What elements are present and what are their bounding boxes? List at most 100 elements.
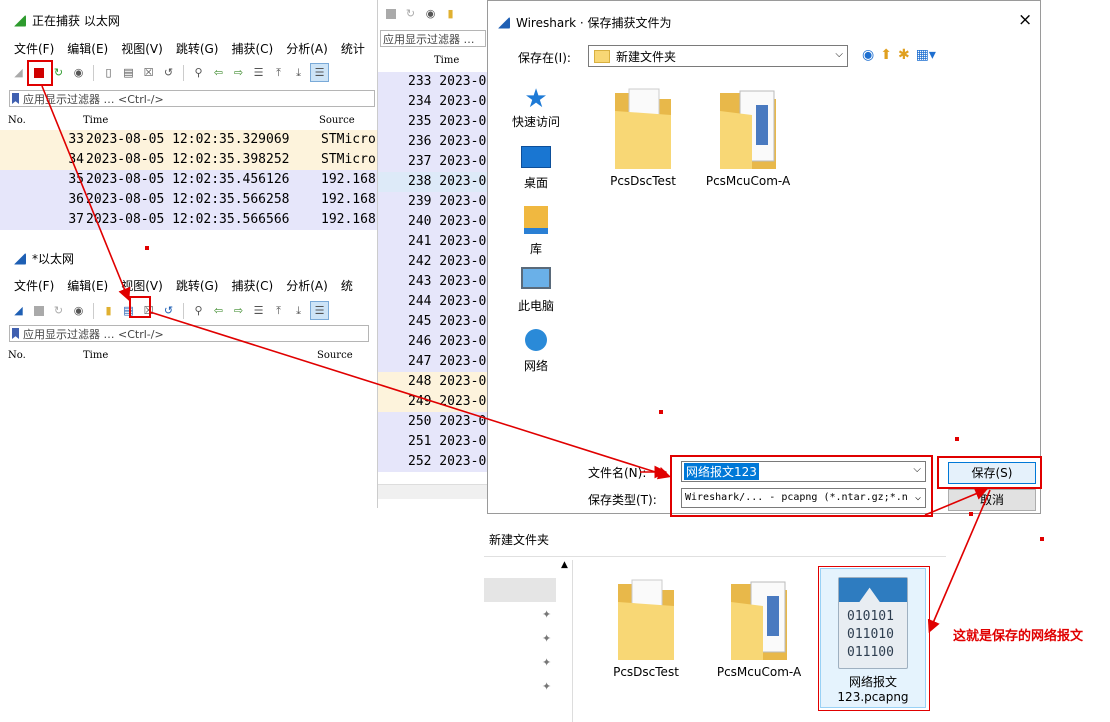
packet-row[interactable]: 236 2023-0 — [378, 132, 488, 152]
menu-analyze[interactable]: 分析(A) — [286, 40, 328, 57]
autoscroll-icon[interactable]: ☰ — [310, 301, 329, 320]
capture-options-icon[interactable]: ◉ — [70, 64, 87, 81]
packet-row[interactable]: 248 2023-0 — [378, 372, 488, 392]
reload-icon[interactable]: ↺ — [160, 64, 177, 81]
go-forward-icon[interactable]: ⇨ — [230, 302, 247, 319]
column-time[interactable]: Time — [83, 350, 317, 361]
go-last-icon[interactable]: ⤓ — [290, 302, 307, 319]
menu-statistics[interactable]: 统 — [341, 277, 353, 294]
place-desktop[interactable]: 桌面 — [496, 146, 576, 191]
packet-row[interactable]: 34 2023-08-05 12:02:35.398252 STMicro — [0, 150, 377, 170]
save-file-icon[interactable]: ▤ — [120, 64, 137, 81]
stopped-filter-bar[interactable]: 应用显示过滤器 … <Ctrl-/> — [9, 325, 369, 342]
packet-row[interactable]: 246 2023-0 — [378, 332, 488, 352]
pin-icon[interactable]: ✦ — [542, 632, 551, 645]
find-packet-icon[interactable]: ⚲ — [190, 64, 207, 81]
close-icon[interactable]: × — [1018, 10, 1032, 30]
start-capture-icon[interactable]: ◢ — [10, 302, 27, 319]
horizontal-scrollbar[interactable] — [378, 484, 488, 499]
view-menu-icon[interactable]: ▦▾ — [916, 47, 936, 63]
place-this-pc[interactable]: 此电脑 — [496, 267, 576, 314]
scroll-up-icon[interactable]: ▲ — [561, 560, 568, 570]
folder-item[interactable]: PcsDscTest — [596, 576, 696, 679]
stop-capture-icon[interactable] — [382, 5, 399, 22]
find-packet-icon[interactable]: ⚲ — [190, 302, 207, 319]
new-folder-icon[interactable]: ✱ — [898, 47, 910, 63]
pin-icon[interactable]: ✦ — [542, 680, 551, 693]
back-icon[interactable]: ◉ — [862, 47, 874, 63]
menu-view[interactable]: 视图(V) — [121, 277, 163, 294]
capture-options-icon[interactable]: ◉ — [70, 302, 87, 319]
packet-row[interactable]: 243 2023-0 — [378, 272, 488, 292]
menu-edit[interactable]: 编辑(E) — [67, 40, 108, 57]
column-source[interactable]: Source — [317, 350, 353, 361]
packet-row[interactable]: 233 2023-0 — [378, 72, 488, 92]
up-folder-icon[interactable]: ⬆ — [880, 47, 892, 63]
cancel-button[interactable]: 取消 — [948, 489, 1036, 511]
packet-row[interactable]: 37 2023-08-05 12:02:35.566566 192.168 — [0, 210, 377, 230]
packet-row[interactable]: 242 2023-0 — [378, 252, 488, 272]
capture-filter-bar[interactable]: 应用显示过滤器 … <Ctrl-/> — [9, 90, 375, 107]
go-back-icon[interactable]: ⇦ — [210, 64, 227, 81]
column-time[interactable]: Time — [83, 115, 319, 126]
column-no[interactable]: No. — [8, 350, 83, 361]
packet-row[interactable]: 245 2023-0 — [378, 312, 488, 332]
reload-icon[interactable]: ↺ — [160, 302, 177, 319]
menu-capture[interactable]: 捕获(C) — [231, 277, 273, 294]
packet-row[interactable]: 252 2023-0 — [378, 452, 488, 472]
menu-view[interactable]: 视图(V) — [121, 40, 163, 57]
folder-item[interactable]: PcsDscTest — [588, 85, 698, 188]
open-file-icon[interactable]: ▮ — [442, 5, 459, 22]
go-to-packet-icon[interactable]: ☰ — [250, 302, 267, 319]
packet-row[interactable]: 35 2023-08-05 12:02:35.456126 192.168 — [0, 170, 377, 190]
close-file-icon[interactable]: ☒ — [140, 64, 157, 81]
go-first-icon[interactable]: ⤒ — [270, 302, 287, 319]
place-quick-access[interactable]: ★ 快速访问 — [496, 85, 576, 130]
packet-row[interactable]: 241 2023-0 — [378, 232, 488, 252]
pin-icon[interactable]: ✦ — [542, 608, 551, 621]
autoscroll-icon[interactable]: ☰ — [310, 63, 329, 82]
background-filter-bar[interactable]: 应用显示过滤器 … — [380, 30, 486, 47]
restart-capture-icon[interactable]: ↻ — [402, 5, 419, 22]
packet-row[interactable]: 239 2023-0 — [378, 192, 488, 212]
start-capture-icon[interactable]: ◢ — [10, 64, 27, 81]
packet-row[interactable]: 33 2023-08-05 12:02:35.329069 STMicro — [0, 130, 377, 150]
place-network[interactable]: 网络 — [496, 329, 576, 374]
open-file-icon[interactable]: ▯ — [100, 64, 117, 81]
menu-capture[interactable]: 捕获(C) — [231, 40, 273, 57]
place-library[interactable]: 库 — [496, 206, 576, 257]
nav-selected-item[interactable] — [484, 578, 556, 602]
restart-capture-icon[interactable]: ↻ — [50, 302, 67, 319]
menu-go[interactable]: 跳转(G) — [176, 40, 219, 57]
menu-statistics[interactable]: 统计 — [341, 40, 365, 57]
packet-row[interactable]: 249 2023-0 — [378, 392, 488, 412]
save-in-dropdown[interactable]: 新建文件夹 ⌵ — [588, 45, 848, 67]
pin-icon[interactable]: ✦ — [542, 656, 551, 669]
column-source[interactable]: Source — [319, 115, 355, 126]
menu-file[interactable]: 文件(F) — [14, 40, 54, 57]
bookmark-icon[interactable] — [12, 328, 19, 339]
menu-edit[interactable]: 编辑(E) — [67, 277, 108, 294]
go-forward-icon[interactable]: ⇨ — [230, 64, 247, 81]
packet-row[interactable]: 234 2023-0 — [378, 92, 488, 112]
stop-capture-icon[interactable] — [30, 302, 47, 319]
menu-go[interactable]: 跳转(G) — [176, 277, 219, 294]
menu-file[interactable]: 文件(F) — [14, 277, 54, 294]
packet-row[interactable]: 251 2023-0 — [378, 432, 488, 452]
menu-analyze[interactable]: 分析(A) — [286, 277, 328, 294]
packet-row[interactable]: 244 2023-0 — [378, 292, 488, 312]
capture-options-icon[interactable]: ◉ — [422, 5, 439, 22]
go-last-icon[interactable]: ⤓ — [290, 64, 307, 81]
column-no[interactable]: No. — [8, 115, 83, 126]
folder-item[interactable]: PcsMcuCom-A — [709, 576, 809, 679]
packet-row[interactable]: 240 2023-0 — [378, 212, 488, 232]
go-first-icon[interactable]: ⤒ — [270, 64, 287, 81]
bookmark-icon[interactable] — [12, 93, 19, 104]
go-to-packet-icon[interactable]: ☰ — [250, 64, 267, 81]
open-file-icon[interactable]: ▮ — [100, 302, 117, 319]
go-back-icon[interactable]: ⇦ — [210, 302, 227, 319]
folder-item[interactable]: PcsMcuCom-A — [693, 85, 803, 188]
packet-row[interactable]: 235 2023-0 — [378, 112, 488, 132]
packet-row[interactable]: 247 2023-0 — [378, 352, 488, 372]
packet-row[interactable]: 238 2023-0 — [378, 172, 488, 192]
